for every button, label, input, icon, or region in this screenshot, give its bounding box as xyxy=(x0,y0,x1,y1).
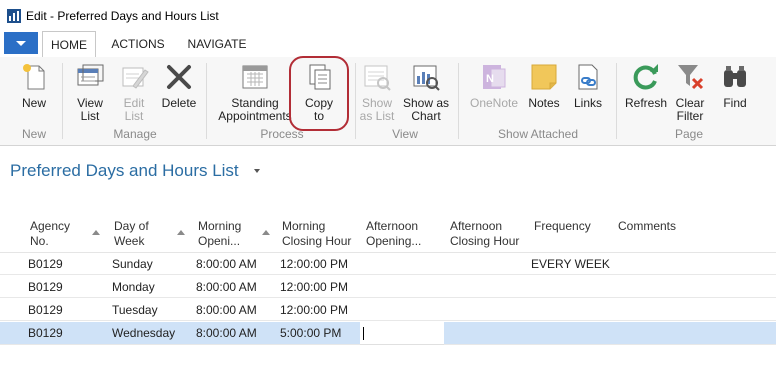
view-list-label: View List xyxy=(77,96,103,123)
column-header-afternoon-opening[interactable]: Afternoon Opening... xyxy=(366,219,421,249)
cell-morning-closing: 12:00:00 PM xyxy=(280,257,349,271)
new-document-icon xyxy=(23,64,45,90)
tab-navigate[interactable]: NAVIGATE xyxy=(178,31,256,57)
standing-appointments-label: Standing Appointments xyxy=(218,96,292,123)
tab-actions[interactable]: ACTIONS xyxy=(102,31,174,57)
afternoon-opening-edit-field[interactable] xyxy=(360,322,444,345)
caret-down-icon xyxy=(16,41,26,46)
cell-morning-closing: 5:00:00 PM xyxy=(280,326,342,340)
edit-list-button[interactable]: Edit List xyxy=(114,62,154,123)
delete-button[interactable]: Delete xyxy=(158,62,200,110)
show-as-list-button[interactable]: Show as List xyxy=(358,62,396,123)
notes-button[interactable]: Notes xyxy=(524,62,564,110)
page-title: Preferred Days and Hours List xyxy=(10,161,239,180)
delete-x-icon xyxy=(167,65,191,89)
group-show-attached-label: Show Attached xyxy=(497,127,579,141)
application-menu-button[interactable] xyxy=(4,32,38,54)
column-header-morning-closing-hour[interactable]: Morning Closing Hour xyxy=(282,219,351,249)
cell-frequency: EVERY WEEK xyxy=(531,257,610,271)
cell-morning-opening: 8:00:00 AM xyxy=(196,303,257,317)
ribbon-separator xyxy=(616,63,617,139)
table-row[interactable]: B0129 Monday 8:00:00 AM 12:00:00 PM xyxy=(0,276,776,298)
column-header-comments[interactable]: Comments xyxy=(618,219,676,234)
delete-label: Delete xyxy=(161,96,197,110)
cell-agency-no: B0129 xyxy=(28,326,63,340)
new-button-label: New xyxy=(21,96,46,110)
cell-day-of-week: Wednesday xyxy=(112,326,176,340)
standing-appointments-button[interactable]: Standing Appointments xyxy=(214,62,296,123)
notes-label: Notes xyxy=(528,96,560,110)
edit-list-label: Edit List xyxy=(123,96,145,123)
sort-ascending-icon xyxy=(177,230,185,235)
show-as-chart-icon xyxy=(413,65,440,91)
group-page-label: Page xyxy=(674,127,704,141)
cell-agency-no: B0129 xyxy=(28,280,63,294)
calendar-icon xyxy=(242,65,268,89)
binoculars-icon xyxy=(724,66,746,87)
cell-agency-no: B0129 xyxy=(28,257,63,271)
ribbon-separator xyxy=(62,63,63,139)
ribbon-separator xyxy=(355,63,356,139)
title-bar: Edit - Preferred Days and Hours List xyxy=(0,0,776,31)
column-header-morning-opening[interactable]: Morning Openi... xyxy=(198,219,241,249)
show-as-chart-button[interactable]: Show as Chart xyxy=(400,62,452,123)
column-header-afternoon-closing-hour[interactable]: Afternoon Closing Hour xyxy=(450,219,519,249)
refresh-label: Refresh xyxy=(624,96,668,110)
links-label: Links xyxy=(573,96,602,110)
group-process-label: Process xyxy=(260,127,304,141)
sticky-note-icon xyxy=(531,64,557,90)
cell-day-of-week: Monday xyxy=(112,280,155,294)
sort-ascending-icon xyxy=(262,230,270,235)
copy-to-highlight-ring xyxy=(289,56,349,131)
links-button[interactable]: Links xyxy=(568,62,608,110)
app-icon xyxy=(7,9,21,23)
view-list-icon xyxy=(77,64,104,86)
page-title-dropdown-icon[interactable] xyxy=(254,169,260,173)
group-manage-label: Manage xyxy=(113,127,157,141)
cell-morning-opening: 8:00:00 AM xyxy=(196,326,257,340)
view-list-button[interactable]: View List xyxy=(70,62,110,123)
table-row[interactable]: B0129 Tuesday 8:00:00 AM 12:00:00 PM xyxy=(0,299,776,321)
sort-ascending-icon xyxy=(92,230,100,235)
refresh-icon xyxy=(633,64,658,90)
tab-home[interactable]: HOME xyxy=(42,31,96,58)
edit-list-icon xyxy=(122,67,149,89)
show-as-chart-label: Show as Chart xyxy=(402,96,450,123)
onenote-label: OneNote xyxy=(469,96,519,110)
cell-morning-opening: 8:00:00 AM xyxy=(196,257,257,271)
clear-filter-label: Clear Filter xyxy=(675,96,705,123)
text-cursor xyxy=(363,327,364,340)
column-header-agency-no[interactable]: Agency No. xyxy=(30,219,70,249)
clear-filter-icon xyxy=(678,65,704,90)
onenote-icon: N xyxy=(483,65,506,89)
cell-morning-closing: 12:00:00 PM xyxy=(280,280,349,294)
column-header-day-of-week[interactable]: Day of Week xyxy=(114,219,149,249)
svg-text:N: N xyxy=(486,73,494,85)
find-button[interactable]: Find xyxy=(716,62,754,110)
cell-day-of-week: Sunday xyxy=(112,257,153,271)
refresh-button[interactable]: Refresh xyxy=(622,62,670,110)
cell-morning-closing: 12:00:00 PM xyxy=(280,303,349,317)
onenote-button[interactable]: N OneNote xyxy=(466,62,522,110)
clear-filter-button[interactable]: Clear Filter xyxy=(672,62,708,123)
cell-morning-opening: 8:00:00 AM xyxy=(196,280,257,294)
link-document-icon xyxy=(578,64,598,90)
find-label: Find xyxy=(723,96,747,110)
cell-agency-no: B0129 xyxy=(28,303,63,317)
ribbon-separator xyxy=(458,63,459,139)
cell-day-of-week: Tuesday xyxy=(112,303,158,317)
group-new-label: New xyxy=(21,127,46,141)
window-title: Edit - Preferred Days and Hours List xyxy=(26,9,219,23)
ribbon-separator xyxy=(206,63,207,139)
table-row[interactable]: B0129 Sunday 8:00:00 AM 12:00:00 PM EVER… xyxy=(0,253,776,275)
column-header-frequency[interactable]: Frequency xyxy=(534,219,591,234)
new-button[interactable]: New xyxy=(14,62,54,110)
show-as-list-icon xyxy=(364,65,391,91)
group-view-label: View xyxy=(392,127,418,141)
show-as-list-label: Show as List xyxy=(359,96,395,123)
